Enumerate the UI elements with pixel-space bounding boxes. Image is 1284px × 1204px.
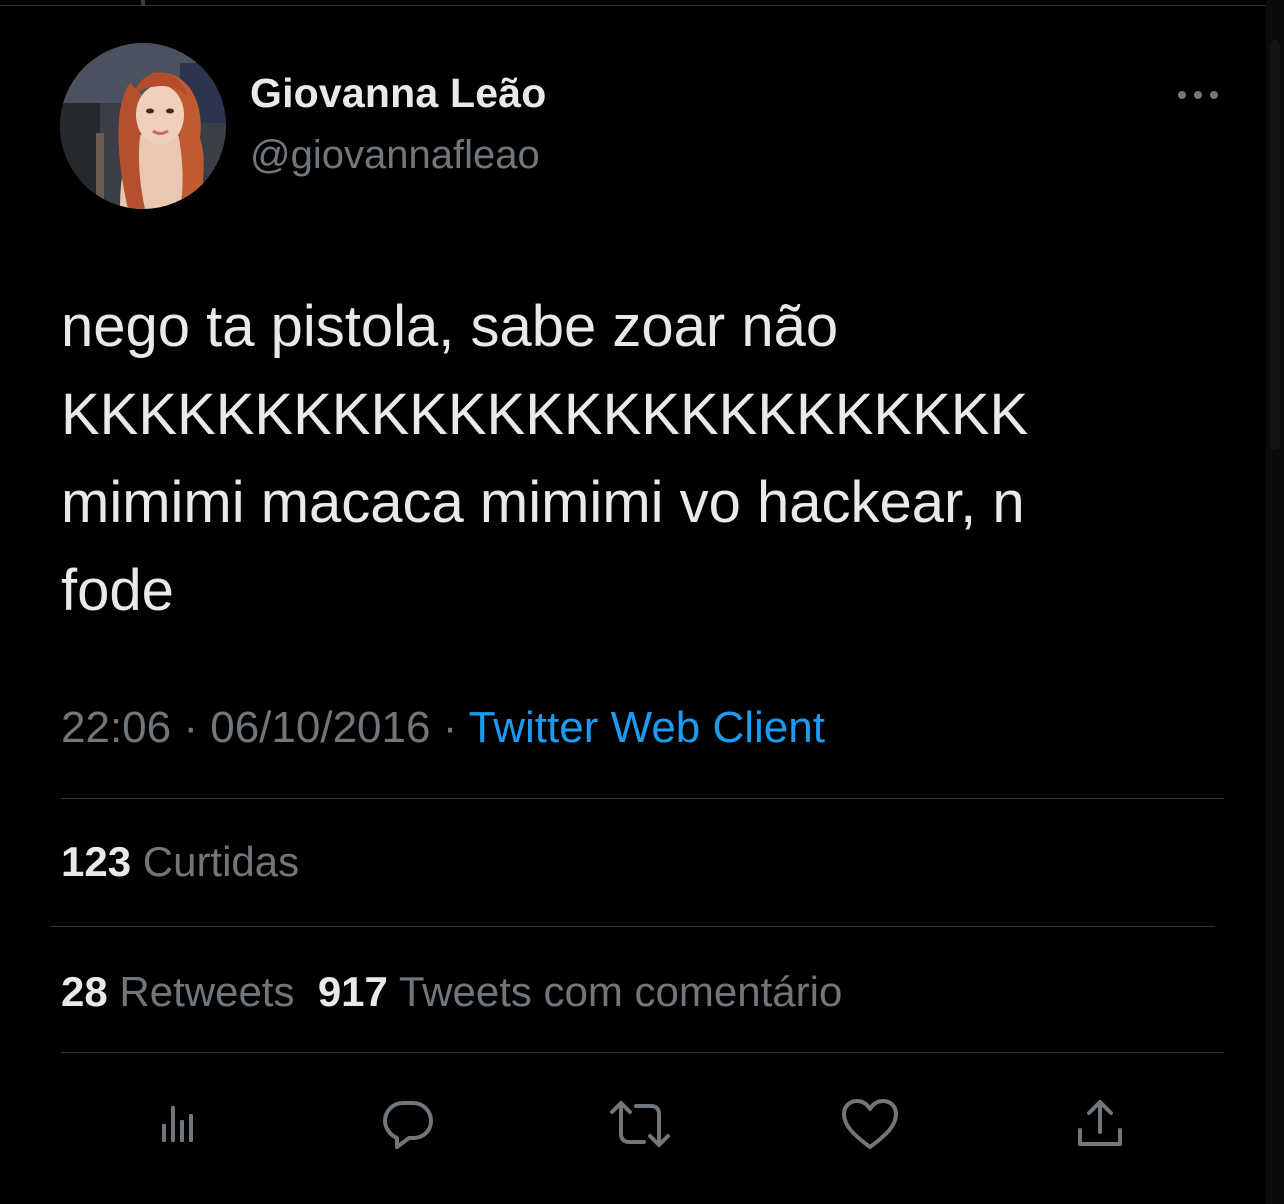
retweets-stat[interactable]: 28 Retweets <box>61 968 294 1015</box>
retweets-count: 28 <box>61 968 108 1015</box>
more-options-button[interactable] <box>1168 78 1228 112</box>
tweet-text-line: nego ta pistola, sabe zoar não <box>61 294 839 359</box>
analytics-icon <box>162 1106 193 1142</box>
quote-tweets-stat[interactable]: 917 Tweets com comentário <box>318 968 843 1015</box>
retweet-button[interactable] <box>608 1092 672 1156</box>
tweet-text: nego ta pistola, sabe zoar não KKKKKKKKK… <box>61 283 1211 635</box>
quotes-count: 917 <box>317 968 388 1015</box>
tweet-text-line: mimimi macaca mimimi vo hackear, n <box>61 470 1025 535</box>
reply-button[interactable] <box>376 1092 440 1156</box>
top-border <box>0 0 1284 6</box>
tweet-text-line: KKKKKKKKKKKKKKKKKKKKKKKKK <box>61 382 1029 447</box>
divider <box>61 1052 1224 1053</box>
share-icon <box>1078 1100 1122 1146</box>
likes-label: Curtidas <box>142 838 300 885</box>
likes-stat[interactable]: 123 Curtidas <box>61 838 299 885</box>
likes-stat-row: 123 Curtidas <box>61 838 299 886</box>
analytics-button[interactable] <box>146 1092 210 1156</box>
more-dots-icon <box>1178 91 1218 99</box>
scrollbar-thumb[interactable] <box>1270 40 1280 450</box>
meta-separator: · <box>183 703 198 752</box>
likes-count: 123 <box>61 838 132 885</box>
avatar-photo <box>60 43 226 209</box>
meta-separator: · <box>442 703 458 752</box>
tweet-source-link[interactable]: Twitter Web Client <box>469 703 825 752</box>
tweet-metadata: 22:06 · 06/10/2016 · Twitter Web Client <box>61 703 825 753</box>
top-border-tick <box>141 0 145 6</box>
share-button[interactable] <box>1068 1092 1132 1156</box>
avatar[interactable] <box>60 43 226 209</box>
display-name[interactable]: Giovanna Leão <box>250 70 547 117</box>
scrollbar[interactable] <box>1266 0 1284 1204</box>
tweet-date[interactable]: 06/10/2016 <box>210 703 430 752</box>
divider <box>61 798 1224 799</box>
divider <box>50 926 1215 927</box>
quotes-label: Tweets com comentário <box>398 968 843 1015</box>
like-button[interactable] <box>838 1092 902 1156</box>
retweets-label: Retweets <box>119 968 295 1015</box>
tweet-text-line: fode <box>61 558 174 623</box>
user-handle[interactable]: @giovannafleao <box>250 133 540 178</box>
retweet-icon <box>610 1101 670 1147</box>
reply-icon <box>383 1101 433 1149</box>
like-icon <box>842 1099 898 1149</box>
retweets-stat-row: 28 Retweets 917 Tweets com comentário <box>61 968 842 1016</box>
tweet-time[interactable]: 22:06 <box>61 703 171 752</box>
